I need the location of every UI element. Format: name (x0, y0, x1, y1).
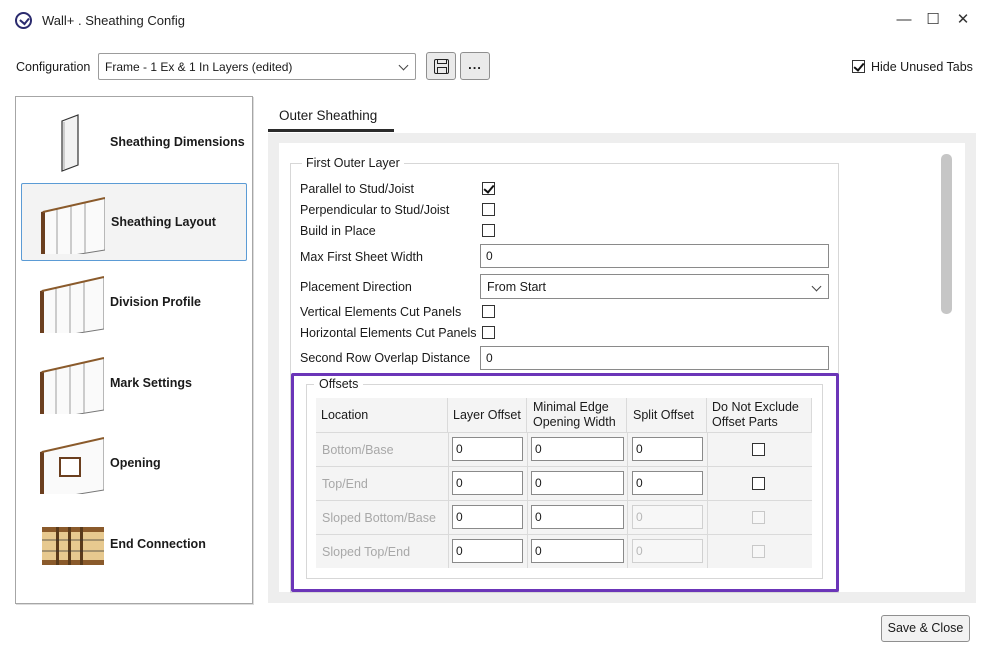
floppy-disk-icon (434, 59, 449, 74)
layer-offset-input[interactable]: 0 (452, 437, 523, 461)
column-header-min-edge-line2: Opening Width (533, 415, 616, 429)
sidebar-item-label: End Connection (110, 537, 206, 551)
save-config-button[interactable] (426, 52, 456, 80)
perpendicular-to-stud-checkbox[interactable] (482, 203, 495, 216)
layer-offset-input[interactable]: 0 (452, 471, 523, 495)
sidebar-item-sheathing-layout[interactable]: Sheathing Layout (21, 183, 247, 261)
sheathed-wall-icon (40, 276, 104, 333)
location-cell: Top/End (322, 477, 368, 491)
sidebar-item-label: Mark Settings (110, 376, 192, 390)
location-cell: Sloped Bottom/Base (322, 511, 436, 525)
split-offset-input-disabled: 0 (632, 505, 703, 529)
column-header-location: Location (316, 398, 448, 432)
location-cell: Sloped Top/End (322, 545, 411, 559)
column-header-layer-offset: Layer Offset (448, 398, 527, 432)
save-and-close-button[interactable]: Save & Close (881, 615, 970, 642)
sidebar-item-label: Division Profile (110, 295, 201, 309)
placement-direction-select[interactable]: From Start (480, 274, 829, 299)
column-header-min-edge: Minimal Edge Opening Width (527, 398, 627, 432)
column-header-do-not-exclude: Do Not Exclude Offset Parts (707, 398, 812, 432)
sidebar-item-label: Opening (110, 456, 161, 470)
app-logo-icon (15, 12, 32, 29)
chevron-down-icon (811, 281, 822, 292)
hide-unused-tabs-label: Hide Unused Tabs (871, 60, 973, 74)
sidebar-item-sheathing-dimensions[interactable]: Sheathing Dimensions (21, 103, 247, 181)
title-bar: Wall+ . Sheathing Config — ☐ ✕ (0, 0, 990, 40)
sidebar: Sheathing Dimensions Sheathing Layout Di… (15, 96, 253, 604)
second-row-overlap-label: Second Row Overlap Distance (300, 351, 471, 365)
horizontal-elements-cut-checkbox[interactable] (482, 326, 495, 339)
layer-offset-input[interactable]: 0 (452, 539, 523, 563)
sidebar-item-opening[interactable]: Opening (21, 424, 247, 502)
active-tab-indicator (268, 129, 394, 132)
split-offset-input[interactable]: 0 (632, 437, 703, 461)
min-edge-input[interactable]: 0 (531, 505, 624, 529)
tab-outer-sheathing[interactable]: Outer Sheathing (279, 108, 377, 123)
min-edge-input[interactable]: 0 (531, 471, 624, 495)
chevron-down-icon (398, 60, 409, 71)
do-not-exclude-checkbox-disabled (752, 511, 765, 524)
horizontal-elements-cut-label: Horizontal Elements Cut Panels (300, 326, 477, 340)
configuration-label: Configuration (16, 60, 91, 74)
second-row-overlap-input[interactable]: 0 (480, 346, 829, 370)
do-not-exclude-checkbox-disabled (752, 545, 765, 558)
more-options-button[interactable]: ... (460, 52, 490, 80)
end-connection-icon (42, 527, 104, 565)
maximize-button[interactable]: ☐ (921, 8, 945, 32)
column-header-split-offset: Split Offset (627, 398, 707, 432)
sidebar-item-end-connection[interactable]: End Connection (21, 505, 247, 583)
configuration-select[interactable]: Frame - 1 Ex & 1 In Layers (edited) (98, 53, 416, 80)
max-first-sheet-width-input[interactable]: 0 (480, 244, 829, 268)
split-offset-input-disabled: 0 (632, 539, 703, 563)
minimize-button[interactable]: — (892, 8, 916, 32)
sidebar-item-division-profile[interactable]: Division Profile (21, 263, 247, 341)
column-header-location-text: Location (321, 407, 369, 422)
more-options-label: ... (468, 57, 482, 72)
parallel-to-stud-checkbox[interactable] (482, 182, 495, 195)
sidebar-item-mark-settings[interactable]: Mark Settings (21, 344, 247, 422)
build-in-place-label: Build in Place (300, 224, 376, 238)
build-in-place-checkbox[interactable] (482, 224, 495, 237)
column-header-layer-offset-text: Layer Offset (453, 407, 521, 422)
vertical-scrollbar-thumb[interactable] (941, 154, 952, 314)
max-first-sheet-width-label: Max First Sheet Width (300, 250, 423, 264)
close-button[interactable]: ✕ (951, 8, 975, 32)
configuration-value: Frame - 1 Ex & 1 In Layers (edited) (105, 60, 293, 74)
sheathed-wall-icon (41, 197, 105, 254)
min-edge-input[interactable]: 0 (531, 437, 624, 461)
sheet-panel-icon (61, 114, 79, 172)
column-header-do-not-exclude-line2: Offset Parts (712, 415, 778, 429)
hide-unused-tabs-checkbox[interactable] (852, 60, 865, 73)
wall-opening-icon (40, 437, 104, 494)
sheathed-wall-icon (40, 357, 104, 414)
first-outer-layer-title: First Outer Layer (302, 156, 404, 170)
placement-direction-label: Placement Direction (300, 280, 412, 294)
do-not-exclude-checkbox[interactable] (752, 443, 765, 456)
min-edge-input[interactable]: 0 (531, 539, 624, 563)
placement-direction-value: From Start (487, 280, 547, 294)
sidebar-item-label: Sheathing Dimensions (110, 135, 245, 149)
split-offset-input[interactable]: 0 (632, 471, 703, 495)
window-title: Wall+ . Sheathing Config (42, 13, 185, 28)
vertical-elements-cut-checkbox[interactable] (482, 305, 495, 318)
sidebar-item-label: Sheathing Layout (111, 215, 216, 229)
location-cell: Bottom/Base (322, 443, 394, 457)
do-not-exclude-checkbox[interactable] (752, 477, 765, 490)
column-header-split-offset-text: Split Offset (633, 407, 694, 422)
layer-offset-input[interactable]: 0 (452, 505, 523, 529)
parallel-to-stud-label: Parallel to Stud/Joist (300, 182, 414, 196)
offsets-title: Offsets (314, 377, 364, 391)
perpendicular-to-stud-label: Perpendicular to Stud/Joist (300, 203, 450, 217)
column-header-do-not-exclude-line1: Do Not Exclude (712, 400, 799, 414)
vertical-elements-cut-label: Vertical Elements Cut Panels (300, 305, 462, 319)
column-header-min-edge-line1: Minimal Edge (533, 400, 609, 414)
